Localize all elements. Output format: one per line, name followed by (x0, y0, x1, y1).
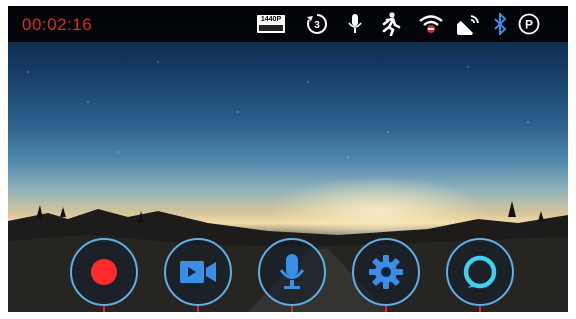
alexa-icon (463, 255, 497, 289)
resolution-label: 1440P (260, 16, 282, 23)
record-icon (91, 259, 117, 285)
video-mode-button[interactable] (164, 238, 232, 306)
bluetooth-icon (490, 12, 510, 36)
settings-button[interactable] (352, 238, 420, 306)
record-pointer (103, 306, 105, 312)
parking-label: P (525, 18, 533, 32)
microphone-button[interactable] (258, 238, 326, 306)
status-bar: 00:02:16 1440P 3 P (8, 6, 568, 42)
microphone-status-icon (344, 12, 366, 36)
resolution-icon: 1440P (256, 12, 286, 36)
alexa-button[interactable] (446, 238, 514, 306)
settings-pointer (385, 306, 387, 312)
alexa-pointer (479, 306, 481, 312)
parking-mode-icon: P (516, 12, 542, 36)
microphone-icon (279, 254, 305, 289)
gps-icon (456, 12, 482, 36)
wifi-status-icon (418, 12, 444, 36)
loop-3min-icon: 3 (304, 12, 330, 36)
video-camera-icon (180, 261, 216, 283)
motion-detection-icon (378, 12, 402, 36)
recording-timer: 00:02:16 (22, 15, 93, 34)
loop-label: 3 (314, 20, 320, 31)
video-pointer (197, 306, 199, 312)
gear-icon (369, 255, 403, 289)
microphone-pointer (291, 306, 293, 312)
night-sky (8, 42, 568, 182)
record-button[interactable] (70, 238, 138, 306)
dashcam-screen: 00:02:16 1440P 3 P (8, 6, 568, 312)
